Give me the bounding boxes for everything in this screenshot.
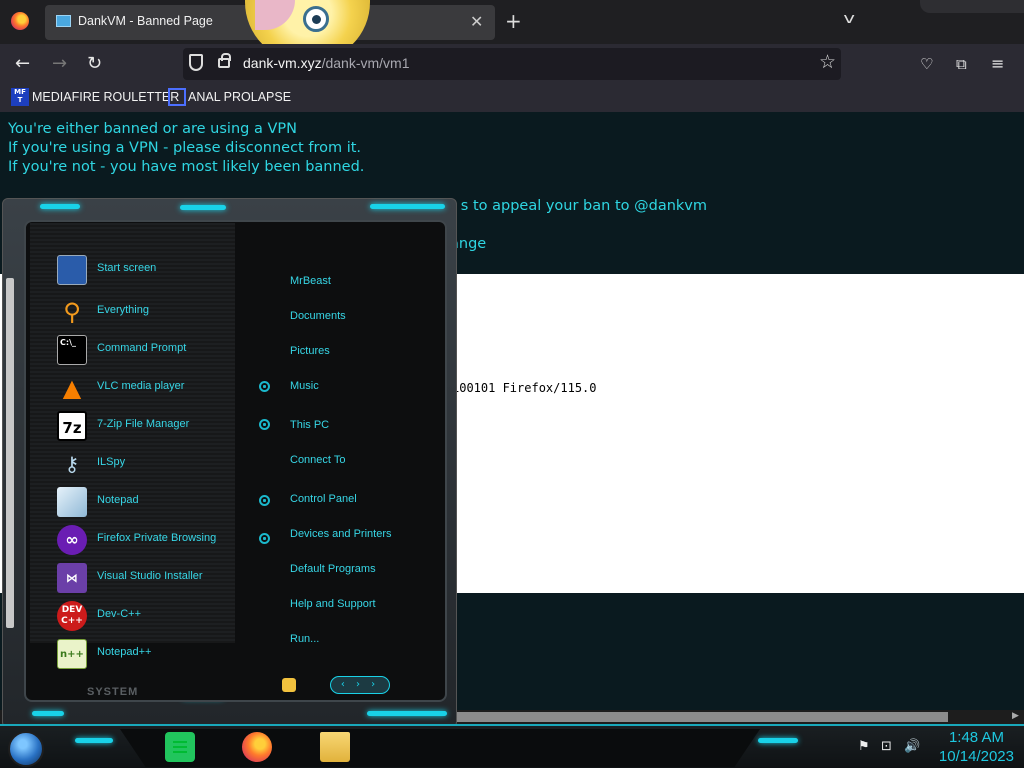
bookmarks-toolbar: MF T MEDIAFIRE ROULETTER ANAL PROLAPSE xyxy=(0,84,1024,112)
volume-icon[interactable]: 🔊 xyxy=(904,740,920,754)
program-ilspy[interactable]: ⚷ ILSpy xyxy=(57,447,262,481)
program-notepad[interactable]: Notepad xyxy=(57,485,262,519)
program-7zip[interactable]: 7z 7-Zip File Manager xyxy=(57,409,262,443)
program-command-prompt[interactable]: C:\_ Command Prompt xyxy=(57,333,262,367)
bookmark-mediafire-rouletter[interactable]: MEDIAFIRE ROULETTER xyxy=(32,90,179,104)
submenu-arrow-icon[interactable] xyxy=(259,495,270,506)
bookmark-anal-prolapse[interactable]: ANAL PROLAPSE xyxy=(188,90,291,104)
notes-app-icon[interactable] xyxy=(165,732,195,762)
notepad-icon xyxy=(57,487,87,517)
start-button[interactable] xyxy=(8,731,44,767)
ban-line-2: If you're using a VPN - please disconnec… xyxy=(8,140,362,156)
place-run[interactable]: Run... xyxy=(290,633,319,645)
monitor-favicon-icon xyxy=(56,15,71,27)
theme-decoration xyxy=(920,0,1024,13)
ban-line-1: You're either banned or are using a VPN xyxy=(8,121,297,137)
tab-title: DankVM - Banned Page xyxy=(78,14,213,28)
program-notepadpp[interactable]: n++ Notepad++ xyxy=(57,637,262,671)
clock-time: 1:48 AM xyxy=(948,729,1004,746)
reload-icon[interactable]: ↻ xyxy=(87,53,102,74)
tab-bar: DankVM - Banned Page ✕ + v xyxy=(0,0,1024,62)
lock-icon[interactable] xyxy=(218,53,231,68)
program-vlc[interactable]: ▲ VLC media player xyxy=(57,371,262,405)
ilspy-icon: ⚷ xyxy=(64,452,80,476)
power-icon[interactable] xyxy=(282,678,296,692)
mediafire-bookmark-icon: MF T xyxy=(11,88,29,106)
command-prompt-icon: C:\_ xyxy=(57,335,87,365)
firefox-private-icon: ∞ xyxy=(57,525,87,555)
devcpp-icon: DEV C++ xyxy=(57,601,87,631)
flag-icon[interactable]: ⚑ xyxy=(858,740,872,754)
ban-message: You're either banned or are using a VPN … xyxy=(8,120,364,177)
start-menu: Start screen ⚲ Everything C:\_ Command P… xyxy=(2,198,457,728)
place-devices-printers[interactable]: Devices and Printers xyxy=(290,528,392,540)
clock-date: 10/14/2023 xyxy=(938,748,1014,765)
bookmark-star-icon[interactable]: ☆ xyxy=(819,51,836,73)
submenu-arrow-icon[interactable] xyxy=(259,533,270,544)
visual-studio-icon: ⋈ xyxy=(57,563,87,593)
tracking-shield-icon[interactable] xyxy=(189,54,203,71)
place-default-programs[interactable]: Default Programs xyxy=(290,563,376,575)
program-start-screen[interactable]: Start screen xyxy=(57,253,262,287)
start-menu-nav-arrows[interactable]: ‹ › › xyxy=(330,676,390,694)
appeal-text: s to appeal your ban to @dankvm xyxy=(460,198,707,214)
program-everything[interactable]: ⚲ Everything xyxy=(57,295,262,329)
back-arrow-icon[interactable]: ← xyxy=(15,53,30,74)
place-this-pc[interactable]: This PC xyxy=(290,419,329,431)
system-label: SYSTEM xyxy=(87,686,139,698)
place-connect-to[interactable]: Connect To xyxy=(290,454,345,466)
submenu-arrow-icon[interactable] xyxy=(259,381,270,392)
seven-zip-icon: 7z xyxy=(57,411,87,441)
start-menu-rail xyxy=(6,278,14,628)
address-bar[interactable]: dank-vm.xyz/dank-vm/vm1 ☆ xyxy=(183,48,841,80)
chevron-down-icon[interactable]: v xyxy=(843,11,855,27)
program-visual-studio-installer[interactable]: ⋈ Visual Studio Installer xyxy=(57,561,262,595)
place-music[interactable]: Music xyxy=(290,380,319,392)
firefox-taskbar-icon[interactable] xyxy=(242,732,272,762)
place-help-support[interactable]: Help and Support xyxy=(290,598,376,610)
menu-hamburger-icon[interactable]: ≡ xyxy=(991,54,1004,73)
ban-line-3: If you're not - you have most likely bee… xyxy=(8,159,365,175)
program-devcpp[interactable]: DEV C++ Dev-C++ xyxy=(57,599,262,633)
firefox-icon[interactable] xyxy=(11,12,29,30)
pocket-icon[interactable]: ♡ xyxy=(920,55,933,73)
place-control-panel[interactable]: Control Panel xyxy=(290,493,357,505)
start-screen-icon xyxy=(57,255,87,285)
magnifier-icon: ⚲ xyxy=(63,298,81,326)
submenu-arrow-icon[interactable] xyxy=(259,419,270,430)
extensions-icon[interactable]: ⧉ xyxy=(956,55,967,73)
forward-arrow-icon[interactable]: → xyxy=(52,53,67,74)
notepadpp-icon: n++ xyxy=(57,639,87,669)
taskbar: ⚑ ⊡ 🔊 1:48 AM 10/14/2023 xyxy=(0,724,1024,768)
navigation-bar: ← → ↻ dank-vm.xyz/dank-vm/vm1 ☆ ♡ ⧉ ≡ xyxy=(0,44,1024,84)
program-firefox-private[interactable]: ∞ Firefox Private Browsing xyxy=(57,523,262,557)
place-mrbeast[interactable]: MrBeast xyxy=(290,275,331,287)
taskbar-app-strip xyxy=(120,729,760,767)
vlc-cone-icon: ▲ xyxy=(62,374,82,402)
place-pictures[interactable]: Pictures xyxy=(290,345,330,357)
url-text[interactable]: dank-vm.xyz/dank-vm/vm1 xyxy=(243,55,410,71)
scroll-right-arrow-icon[interactable]: ▶ xyxy=(1012,711,1019,721)
sigma-bookmark-icon xyxy=(168,88,186,106)
place-documents[interactable]: Documents xyxy=(290,310,346,322)
close-tab-icon[interactable]: ✕ xyxy=(470,12,483,31)
network-icon[interactable]: ⊡ xyxy=(881,740,895,754)
file-explorer-icon[interactable] xyxy=(320,732,350,762)
clock[interactable]: 1:48 AM 10/14/2023 xyxy=(939,729,1014,766)
new-tab-plus-icon[interactable]: + xyxy=(505,9,522,33)
